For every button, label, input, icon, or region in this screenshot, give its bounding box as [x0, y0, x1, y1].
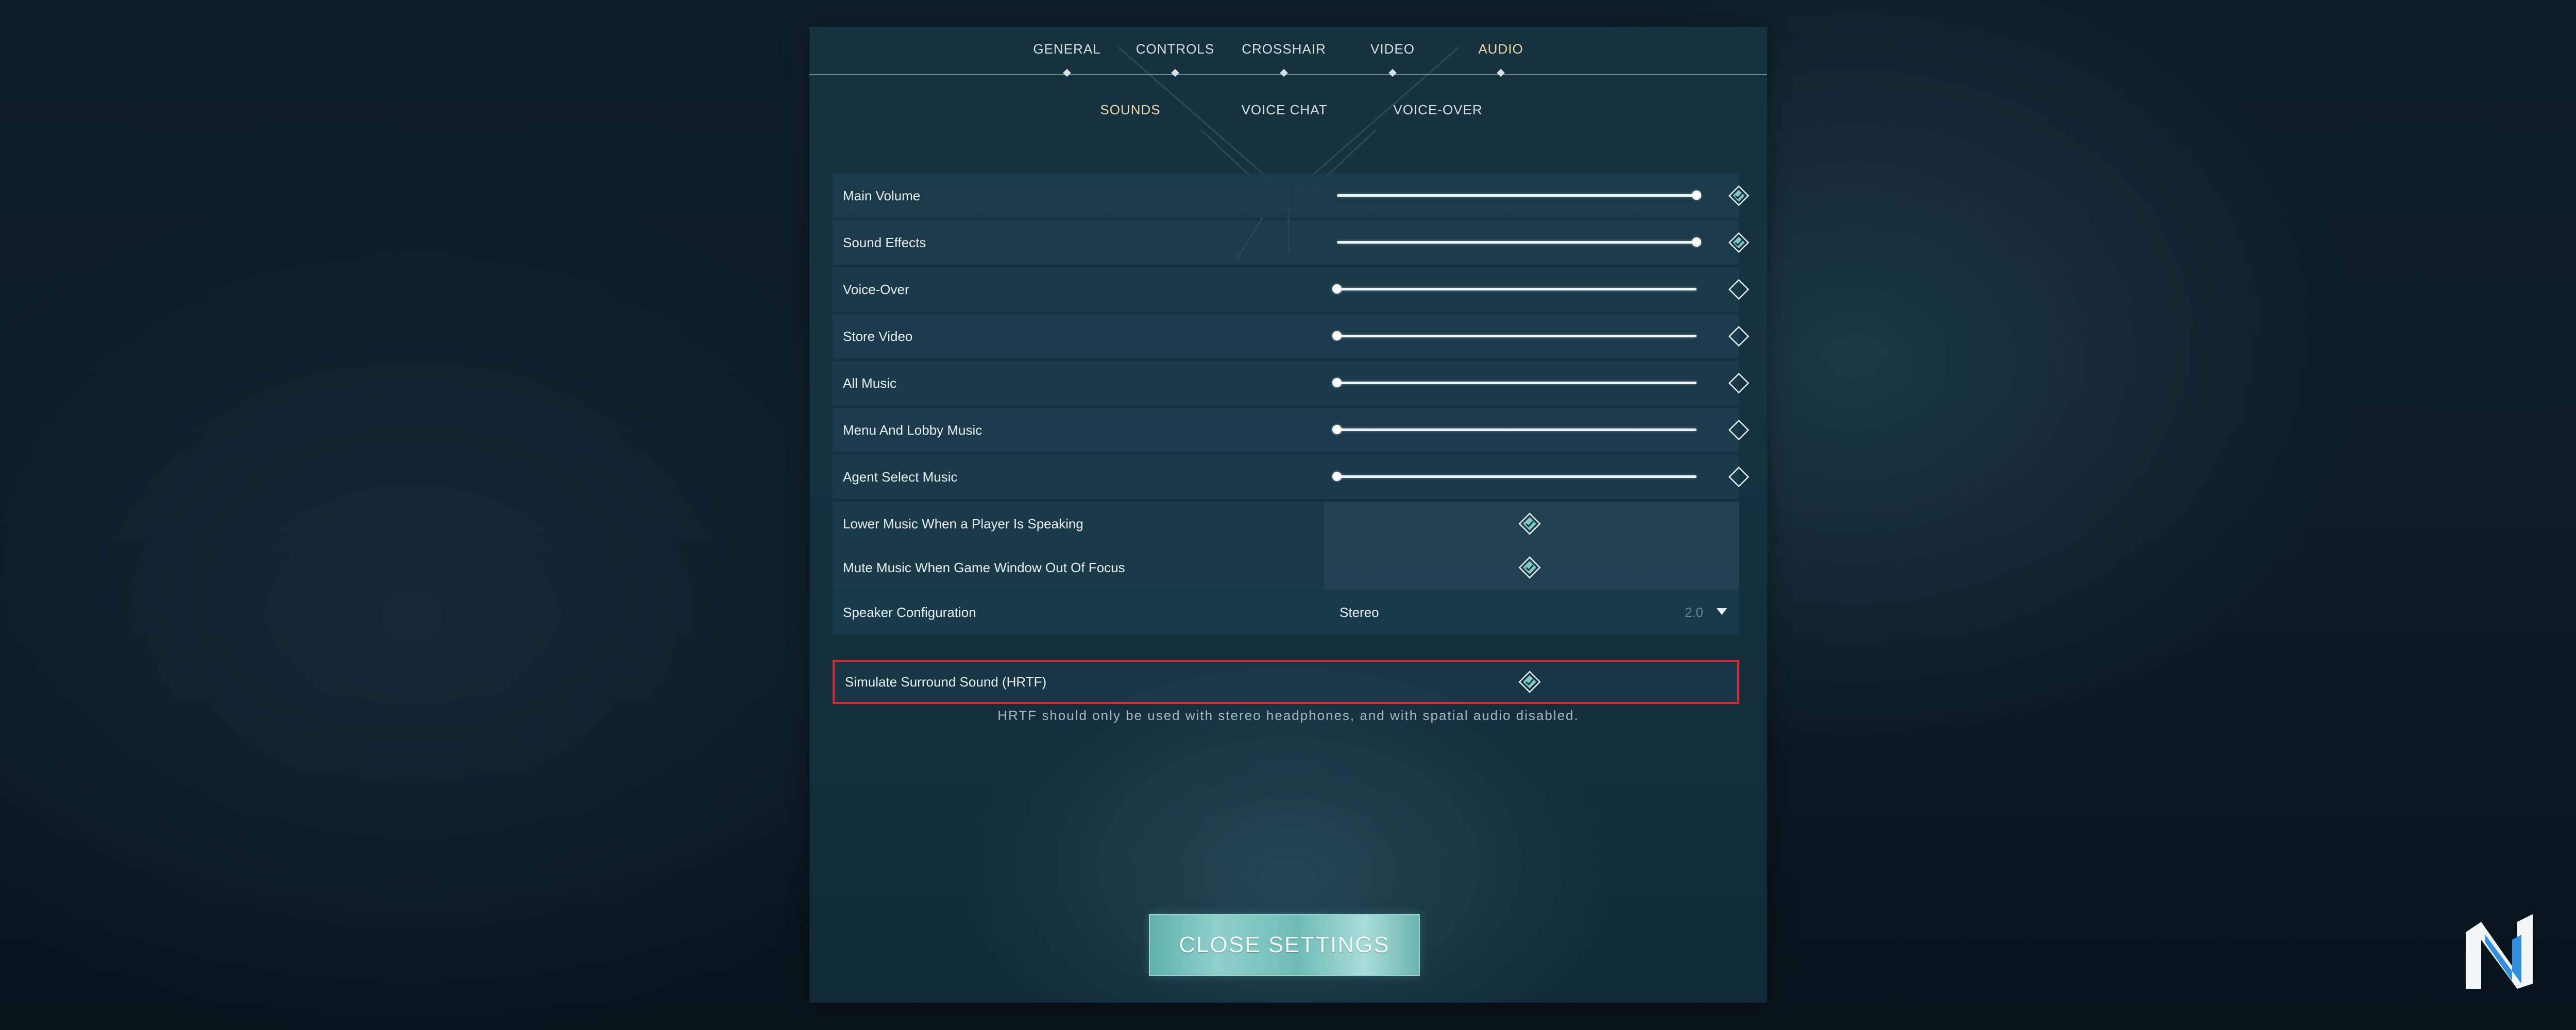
- diamond-check-icon[interactable]: [1518, 670, 1541, 694]
- setting-row-lower-music: Lower Music When a Player Is Speaking: [833, 502, 1739, 546]
- tab-marker: [1171, 68, 1179, 77]
- setting-label: Lower Music When a Player Is Speaking: [843, 516, 1083, 531]
- settings-panel: GENERAL CONTROLS CROSSHAIR VIDEO AUDIO S…: [809, 27, 1767, 1003]
- main-tab-bar: GENERAL CONTROLS CROSSHAIR VIDEO AUDIO: [809, 27, 1767, 77]
- setting-row-hrtf: Simulate Surround Sound (HRTF): [833, 660, 1739, 704]
- setting-row-slider: Voice-Over: [833, 267, 1750, 312]
- setting-label: Menu And Lobby Music: [843, 422, 982, 438]
- subtab-voice-chat[interactable]: VOICE CHAT: [1242, 102, 1328, 118]
- diamond-check-icon[interactable]: [1518, 556, 1541, 579]
- setting-row-speaker-config: Speaker Configuration Stereo 2.0: [833, 590, 1739, 634]
- diamond-outline-icon[interactable]: [1728, 419, 1750, 441]
- setting-label: Mute Music When Game Window Out Of Focus: [843, 560, 1125, 575]
- hrtf-note: HRTF should only be used with stereo hea…: [997, 708, 1579, 723]
- diamond-outline-icon[interactable]: [1728, 372, 1750, 394]
- dropdown-channel-info: 2.0: [1684, 605, 1703, 620]
- setting-label: Store Video: [843, 329, 913, 344]
- volume-slider[interactable]: [1332, 378, 1697, 387]
- tab-general[interactable]: GENERAL: [1033, 41, 1100, 57]
- close-settings-button[interactable]: CLOSE SETTINGS: [1149, 914, 1420, 976]
- setting-row-slider: All Music: [833, 361, 1750, 405]
- slider-handle[interactable]: [1332, 331, 1342, 340]
- volume-slider[interactable]: [1332, 425, 1697, 434]
- slider-handle[interactable]: [1692, 237, 1701, 247]
- volume-slider[interactable]: [1332, 284, 1697, 294]
- tab-marker: [1388, 68, 1397, 77]
- slider-handle[interactable]: [1332, 378, 1342, 387]
- setting-row-slider: Main Volume: [833, 174, 1750, 218]
- setting-row-mute-music: Mute Music When Game Window Out Of Focus: [833, 545, 1739, 590]
- diamond-outline-icon[interactable]: [1728, 325, 1750, 347]
- speaker-config-dropdown[interactable]: Stereo 2.0: [1324, 590, 1739, 634]
- setting-label: Main Volume: [843, 188, 921, 203]
- subtab-sounds[interactable]: SOUNDS: [1100, 102, 1160, 118]
- tab-marker: [1280, 68, 1288, 77]
- setting-label: Simulate Surround Sound (HRTF): [845, 674, 1047, 690]
- slider-handle[interactable]: [1332, 425, 1342, 434]
- setting-row-slider: Agent Select Music: [833, 455, 1750, 499]
- diamond-check-icon[interactable]: [1728, 232, 1750, 253]
- diamond-check-icon[interactable]: [1518, 512, 1541, 536]
- tab-crosshair[interactable]: CROSSHAIR: [1242, 41, 1326, 57]
- volume-slider[interactable]: [1332, 331, 1697, 340]
- caret-down-icon: [1717, 608, 1727, 615]
- setting-label: Agent Select Music: [843, 469, 958, 485]
- tab-video[interactable]: VIDEO: [1370, 41, 1415, 57]
- setting-label: Speaker Configuration: [843, 605, 976, 620]
- n-logo-icon: [2466, 914, 2533, 989]
- diamond-check-icon[interactable]: [1728, 185, 1750, 207]
- volume-slider[interactable]: [1332, 472, 1697, 481]
- tab-marker: [1063, 68, 1071, 77]
- setting-row-slider: Menu And Lobby Music: [833, 408, 1750, 452]
- setting-row-slider: Sound Effects: [833, 220, 1750, 265]
- setting-label: All Music: [843, 375, 897, 391]
- volume-slider[interactable]: [1337, 191, 1701, 200]
- subtab-voice-over[interactable]: VOICE-OVER: [1393, 102, 1482, 118]
- tab-controls[interactable]: CONTROLS: [1136, 41, 1214, 57]
- setting-row-slider: Store Video: [833, 314, 1750, 358]
- close-settings-label: CLOSE SETTINGS: [1179, 932, 1390, 957]
- tab-audio[interactable]: AUDIO: [1478, 41, 1523, 57]
- volume-slider[interactable]: [1337, 237, 1701, 247]
- setting-label: Voice-Over: [843, 282, 909, 297]
- slider-handle[interactable]: [1332, 284, 1342, 294]
- setting-label: Sound Effects: [843, 235, 926, 250]
- slider-handle[interactable]: [1692, 191, 1701, 200]
- diamond-outline-icon[interactable]: [1728, 466, 1750, 488]
- diamond-outline-icon[interactable]: [1728, 279, 1750, 300]
- tab-marker: [1497, 68, 1505, 77]
- slider-handle[interactable]: [1332, 472, 1342, 481]
- dropdown-value: Stereo: [1340, 605, 1379, 620]
